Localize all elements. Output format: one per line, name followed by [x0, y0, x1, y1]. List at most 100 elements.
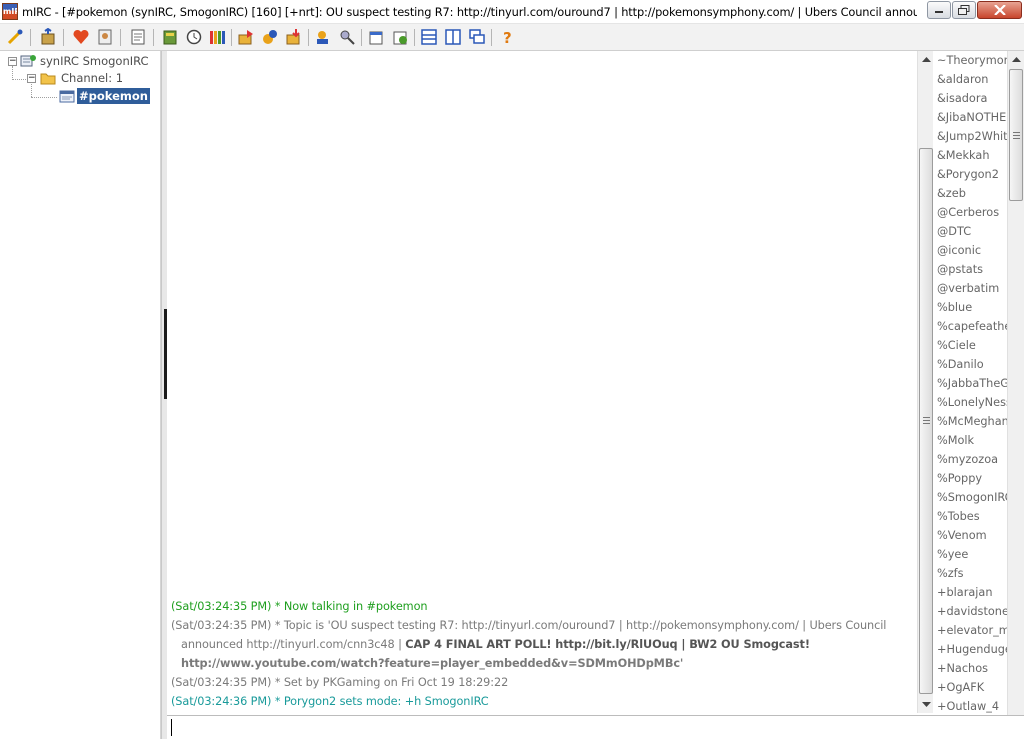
nick-list-item[interactable]: +elevator_mu: [937, 621, 1007, 640]
nick-list-item[interactable]: %Tobes: [937, 507, 980, 526]
colors-icon[interactable]: [207, 27, 227, 47]
tree-item-network[interactable]: synIRC SmogonIRC: [20, 53, 149, 69]
nick-list-item[interactable]: &Porygon2: [937, 165, 999, 184]
tree-network-label: synIRC SmogonIRC: [40, 54, 149, 68]
url-catcher-icon[interactable]: [337, 27, 357, 47]
toolbar-separator: [491, 29, 492, 46]
tree-channel-label: #pokemon: [77, 88, 150, 104]
options-icon[interactable]: [38, 27, 58, 47]
close-icon: [993, 5, 1006, 15]
message-input[interactable]: [170, 718, 1010, 737]
nick-list-item[interactable]: +Outlaw_4: [937, 697, 999, 715]
nick-list-item[interactable]: +davidstone: [937, 602, 1007, 621]
notify-list-icon[interactable]: [313, 27, 333, 47]
nick-list-item[interactable]: %Danilo: [937, 355, 984, 374]
nick-list-item[interactable]: %capefeathe: [937, 317, 1007, 336]
nick-list-item[interactable]: &Mekkah: [937, 146, 989, 165]
server-icon: [20, 54, 36, 68]
chat-line: http://www.youtube.com/watch?feature=pla…: [181, 657, 684, 670]
nick-list-item[interactable]: @verbatim: [937, 279, 999, 298]
toolbar-separator: [120, 29, 121, 46]
channel-message-area[interactable]: (Sat/03:24:35 PM) * Now talking in #poke…: [167, 51, 917, 713]
restore-button[interactable]: [952, 1, 976, 19]
title-bar: mIRC mIRC - [#pokemon (synIRC, SmogonIRC…: [0, 0, 1024, 24]
toolbar-separator: [414, 29, 415, 46]
nick-list-item[interactable]: %myzozoa: [937, 450, 998, 469]
channel-window-icon: [59, 90, 75, 103]
nick-list-item[interactable]: +Nachos: [937, 659, 988, 678]
received-files-icon[interactable]: [284, 27, 304, 47]
nick-list-item[interactable]: %Molk: [937, 431, 974, 450]
send-file-icon[interactable]: [236, 27, 256, 47]
nick-list-item[interactable]: @iconic: [937, 241, 981, 260]
toolbar-separator: [153, 29, 154, 46]
address-book-icon[interactable]: [95, 27, 115, 47]
toolbar-separator: [308, 29, 309, 46]
tree-item-channel-pokemon[interactable]: #pokemon: [59, 88, 150, 104]
nick-list-item[interactable]: ~Theorymon: [937, 51, 1007, 70]
scroll-down-arrow-icon[interactable]: [918, 696, 934, 713]
nick-list-item[interactable]: %McMeghan: [937, 412, 1007, 431]
app-icon-text: mIRC: [3, 7, 17, 16]
nick-list-item[interactable]: &isadora: [937, 89, 987, 108]
tile-vertical-icon[interactable]: [443, 27, 463, 47]
nick-list-item[interactable]: %Poppy: [937, 469, 982, 488]
channels-list-icon[interactable]: [160, 27, 180, 47]
folder-icon: [40, 72, 56, 85]
minimize-icon: [935, 11, 943, 13]
scroll-up-arrow-icon[interactable]: [1008, 51, 1024, 68]
nick-list-item[interactable]: &aldaron: [937, 70, 988, 89]
text-caret: [171, 719, 172, 736]
message-input-box[interactable]: [167, 715, 1024, 739]
nick-list-item[interactable]: @Cerberos: [937, 203, 999, 222]
mirc-app-icon[interactable]: mIRC: [2, 3, 18, 20]
tree-item-channel-folder[interactable]: Channel: 1: [40, 70, 123, 86]
nick-list-item[interactable]: %zfs: [937, 564, 964, 583]
connect-icon[interactable]: [5, 27, 25, 47]
nick-list[interactable]: ~Theorymon &aldaron &isadora &JibaNOTHE &Jum…: [933, 51, 1007, 715]
nicklist-scroll-thumb[interactable]: [1009, 69, 1023, 201]
nick-list-item[interactable]: %SmogonIRC: [937, 488, 1007, 507]
collapse-network-toggle[interactable]: −: [8, 57, 17, 66]
timer-icon[interactable]: [184, 27, 204, 47]
scroll-up-arrow-icon[interactable]: [918, 51, 934, 68]
nick-list-item[interactable]: +OgAFK: [937, 678, 984, 697]
chat-line-bold-part: CAP 4 FINAL ART POLL! http://bit.ly/RlUO…: [405, 638, 810, 651]
nick-list-item[interactable]: %LonelyNess: [937, 393, 1007, 412]
nick-list-item[interactable]: @pstats: [937, 260, 983, 279]
scripts-editor-icon[interactable]: [128, 27, 148, 47]
nick-list-item[interactable]: +Hugenduge: [937, 640, 1007, 659]
nicklist-scrollbar[interactable]: [1007, 51, 1024, 715]
arrange-icon[interactable]: [467, 27, 487, 47]
nick-list-item[interactable]: %yee: [937, 545, 968, 564]
dcc-chat-icon[interactable]: [260, 27, 280, 47]
nick-list-item[interactable]: %JabbaTheG: [937, 374, 1007, 393]
chat-scroll-thumb[interactable]: [919, 148, 933, 694]
toolbar-separator: [361, 29, 362, 46]
collapse-folder-toggle[interactable]: −: [27, 74, 36, 83]
nick-list-item[interactable]: @DTC: [937, 222, 971, 241]
nick-list-item[interactable]: +blarajan: [937, 583, 993, 602]
help-icon[interactable]: ?: [497, 27, 517, 47]
log-icon[interactable]: [366, 27, 386, 47]
cascade-icon[interactable]: [390, 27, 410, 47]
chat-line: announced http://tinyurl.com/cnn3c48 | C…: [181, 635, 810, 654]
nick-list-item[interactable]: %Venom: [937, 526, 987, 545]
toolbar-separator: [231, 29, 232, 46]
toolbar-separator: [63, 29, 64, 46]
nick-list-item[interactable]: &Jump2Whit: [937, 127, 1007, 146]
nick-list-item[interactable]: %blue: [937, 298, 972, 317]
close-button[interactable]: [977, 1, 1022, 19]
nick-list-item[interactable]: &zeb: [937, 184, 966, 203]
nick-list-item[interactable]: %Ciele: [937, 336, 976, 355]
treebar: − synIRC SmogonIRC − Channel: 1 #pokemon: [0, 51, 161, 739]
chat-scrollbar[interactable]: [917, 51, 933, 713]
tile-horizontal-icon[interactable]: [419, 27, 439, 47]
nick-list-item[interactable]: &JibaNOTHE: [937, 108, 1006, 127]
minimize-button[interactable]: [927, 1, 951, 19]
toolbar: ?: [0, 24, 1024, 51]
favorites-icon[interactable]: [71, 27, 91, 47]
chat-line: (Sat/03:24:35 PM) * Topic is 'OU suspect…: [171, 619, 887, 632]
restore-icon: [958, 5, 970, 15]
svg-text:?: ?: [503, 29, 512, 46]
